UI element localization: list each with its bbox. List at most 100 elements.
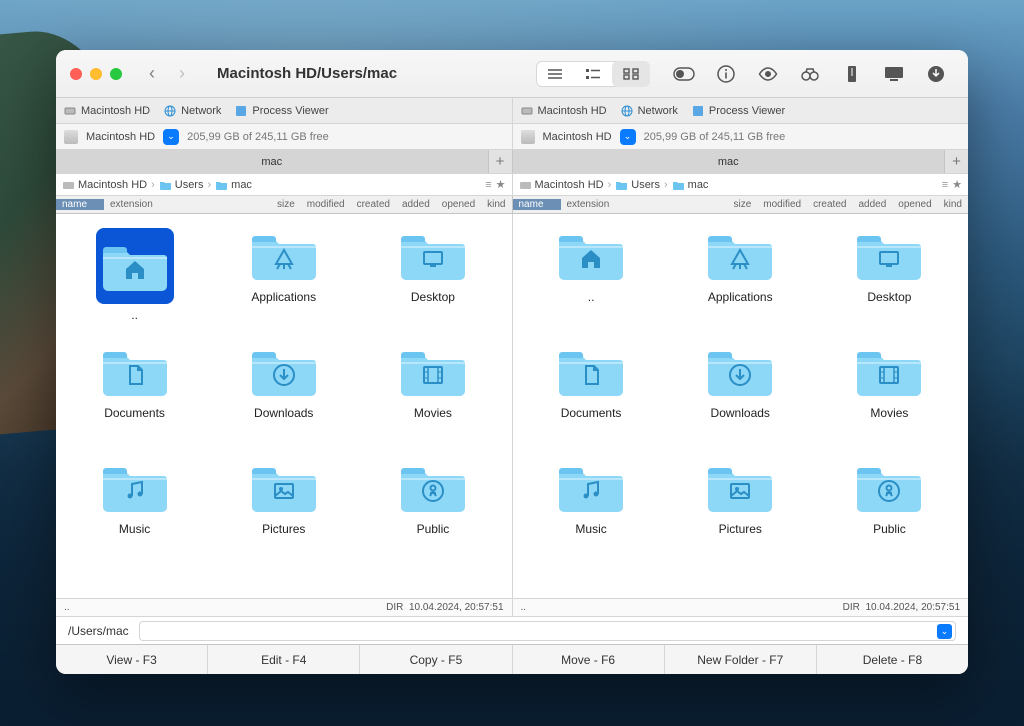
fav-process-viewer-right[interactable]: Process Viewer [692, 105, 785, 117]
window-controls [70, 68, 122, 80]
back-button[interactable]: ‹ [137, 60, 167, 88]
folder-Downloads[interactable]: Downloads [209, 336, 358, 452]
folder-label: .. [588, 290, 595, 304]
drive-selector-left[interactable]: Macintosh HD ⌄ 205,99 GB of 245,11 GB fr… [56, 124, 512, 149]
tab-mac-right[interactable]: mac [513, 150, 945, 173]
close-button[interactable] [70, 68, 82, 80]
fav-macintosh-hd[interactable]: Macintosh HD [64, 105, 150, 117]
folder-Movies[interactable]: Movies [358, 336, 507, 452]
folder-Public[interactable]: Public [815, 452, 964, 568]
fav-network-right[interactable]: Network [621, 105, 678, 117]
folder-parentparent[interactable]: .. [517, 220, 666, 336]
folder-Documents[interactable]: Documents [60, 336, 209, 452]
desktop-folder-icon [400, 228, 466, 282]
minimize-button[interactable] [90, 68, 102, 80]
info-icon[interactable] [708, 60, 744, 88]
folder-label: Desktop [411, 290, 455, 304]
drive-dropdown-icon: ⌄ [620, 129, 636, 145]
folder-Applications[interactable]: Applications [209, 220, 358, 336]
folder-Pictures[interactable]: Pictures [209, 452, 358, 568]
fav-process-viewer[interactable]: Process Viewer [235, 105, 328, 117]
breadcrumb-root-right[interactable]: Macintosh HD [519, 179, 604, 191]
new-tab-right[interactable]: + [944, 150, 968, 173]
breadcrumb-menu-icon[interactable]: ≡ [485, 179, 491, 191]
toggle-switch-icon[interactable] [666, 60, 702, 88]
favorites-bar: Macintosh HD Network Process Viewer Maci… [56, 98, 968, 124]
path-history-icon[interactable]: ⌄ [937, 624, 952, 639]
folder-label: Pictures [719, 522, 762, 536]
folder-Desktop[interactable]: Desktop [358, 220, 507, 336]
pictures-folder-icon [707, 460, 773, 514]
function-keys-row: View - F3 Edit - F4 Copy - F5 Move - F6 … [56, 644, 968, 674]
public-folder-icon [400, 460, 466, 514]
folder-label: Downloads [254, 406, 313, 420]
fav-network[interactable]: Network [164, 105, 221, 117]
breadcrumb-mac[interactable]: mac [215, 179, 252, 191]
path-row: /Users/mac ⌄ [56, 616, 968, 644]
downloads-folder-icon [707, 344, 773, 398]
columns-right[interactable]: name extension size modified created add… [512, 196, 969, 213]
folder-Downloads[interactable]: Downloads [666, 336, 815, 452]
drive-selector-right[interactable]: Macintosh HD ⌄ 205,99 GB of 245,11 GB fr… [512, 124, 969, 149]
folder-Music[interactable]: Music [517, 452, 666, 568]
status-name-right: .. [521, 602, 527, 613]
action-delete[interactable]: Delete - F8 [817, 645, 968, 674]
action-edit[interactable]: Edit - F4 [208, 645, 360, 674]
folder-Public[interactable]: Public [358, 452, 507, 568]
view-mode-group [536, 61, 650, 87]
desktop-icon[interactable] [876, 60, 912, 88]
list-view-button[interactable] [536, 61, 574, 87]
small-icons-button[interactable] [574, 61, 612, 87]
fav-macintosh-hd-right[interactable]: Macintosh HD [521, 105, 607, 117]
breadcrumb-mac-right[interactable]: mac [672, 179, 709, 191]
columns-left[interactable]: name extension size modified created add… [56, 196, 512, 213]
breadcrumb-menu-icon-right[interactable]: ≡ [942, 179, 948, 191]
folder-Movies[interactable]: Movies [815, 336, 964, 452]
folder-label: .. [131, 308, 138, 322]
documents-folder-icon [558, 344, 624, 398]
folder-label: Downloads [711, 406, 770, 420]
right-pane: .. ApplicationsDesktop Documents Downloads M… [512, 214, 969, 598]
breadcrumb-row: Macintosh HD › Users › mac ≡★ Macintosh … [56, 174, 968, 196]
favorite-star-icon[interactable]: ★ [496, 178, 506, 191]
music-folder-icon [102, 460, 168, 514]
action-copy[interactable]: Copy - F5 [360, 645, 512, 674]
icon-view-button[interactable] [612, 61, 650, 87]
new-tab-left[interactable]: + [488, 150, 512, 173]
breadcrumb-users-right[interactable]: Users [615, 179, 660, 191]
downloads-folder-icon [251, 344, 317, 398]
compress-icon[interactable] [834, 60, 870, 88]
folder-label: Public [417, 522, 450, 536]
tab-mac-left[interactable]: mac [56, 150, 488, 173]
folder-Documents[interactable]: Documents [517, 336, 666, 452]
breadcrumb-root[interactable]: Macintosh HD [62, 179, 147, 191]
folder-Music[interactable]: Music [60, 452, 209, 568]
movies-folder-icon [856, 344, 922, 398]
favorite-star-icon-right[interactable]: ★ [952, 178, 962, 191]
movies-folder-icon [400, 344, 466, 398]
pictures-folder-icon [251, 460, 317, 514]
tabs-row: mac + mac + [56, 150, 968, 174]
path-input[interactable]: ⌄ [139, 621, 956, 641]
folder-Pictures[interactable]: Pictures [666, 452, 815, 568]
apps-folder-icon [251, 228, 317, 282]
maximize-button[interactable] [110, 68, 122, 80]
folder-parentparent[interactable]: .. [60, 220, 209, 336]
download-icon[interactable] [918, 60, 954, 88]
binoculars-icon[interactable] [792, 60, 828, 88]
music-folder-icon [558, 460, 624, 514]
folder-Applications[interactable]: Applications [666, 220, 815, 336]
forward-button[interactable]: › [167, 60, 197, 88]
action-move[interactable]: Move - F6 [513, 645, 665, 674]
action-new-folder[interactable]: New Folder - F7 [665, 645, 817, 674]
drive-icon [64, 130, 78, 144]
folder-Desktop[interactable]: Desktop [815, 220, 964, 336]
breadcrumb-users[interactable]: Users [159, 179, 204, 191]
action-view[interactable]: View - F3 [56, 645, 208, 674]
content-panes: ..ApplicationsDesktopDocumentsDownloadsM… [56, 214, 968, 598]
left-pane: .. Applications Desktop Documents Downloads M… [56, 214, 512, 598]
desktop-folder-icon [856, 228, 922, 282]
preview-icon[interactable] [750, 60, 786, 88]
file-manager-window: ‹ › Macintosh HD/Users/mac Macintosh HD … [56, 50, 968, 674]
folder-label: Public [873, 522, 906, 536]
